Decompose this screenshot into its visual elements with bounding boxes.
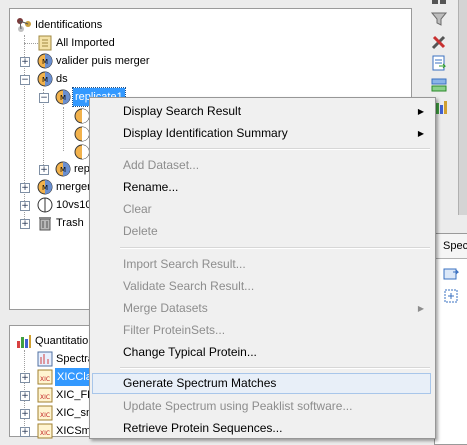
merged-dataset-icon: M	[37, 53, 53, 69]
tree-item-label: Trash	[56, 217, 84, 229]
svg-text:M: M	[42, 58, 48, 66]
tree-connector	[24, 43, 38, 44]
menu-item-merge-datasets[interactable]: Merge Datasets ▶	[92, 298, 431, 319]
svg-text:M: M	[60, 166, 66, 174]
tree-item-label: All Imported	[56, 37, 115, 49]
menu-item-label: Change Typical Protein...	[123, 345, 257, 359]
menu-item-update-spectrum-using-peaklist[interactable]: Update Spectrum using Peaklist software.…	[92, 396, 431, 417]
menu-item-label: Display Identification Summary	[123, 126, 288, 140]
quant-tree-root-label: Quantitation	[35, 335, 95, 347]
menu-item-label: Rename...	[123, 180, 179, 194]
tree-root-label: Identifications	[35, 19, 103, 31]
tab-spectrum[interactable]: Spec	[435, 234, 467, 259]
expand-icon[interactable]: +	[20, 183, 30, 193]
collapse-icon[interactable]: −	[39, 93, 49, 103]
expand-icon[interactable]: +	[39, 165, 49, 175]
image-export-icon[interactable]	[443, 266, 459, 282]
svg-text:XIC: XIC	[40, 430, 50, 437]
expand-icon[interactable]: +	[20, 391, 30, 401]
tree-item-label: 10vs10	[56, 199, 92, 211]
xic-icon: XIC	[37, 405, 53, 421]
submenu-arrow-icon: ▶	[417, 107, 424, 116]
submenu-arrow-icon: ▶	[417, 129, 424, 138]
collapse-icon[interactable]: −	[20, 75, 30, 85]
menu-item-display-search-result[interactable]: Display Search Result ▶	[92, 101, 431, 122]
filter-icon[interactable]	[430, 10, 448, 28]
menu-separator	[120, 367, 430, 369]
quant-item-label: XICSm	[56, 425, 91, 437]
folder-doc-icon	[38, 35, 52, 51]
svg-text:M: M	[42, 184, 48, 192]
quantitation-icon	[17, 335, 31, 348]
search-result-icon[interactable]	[74, 144, 90, 160]
menu-item-label: Filter ProteinSets...	[123, 323, 226, 337]
menu-item-label: Delete	[123, 224, 158, 238]
tools-icon[interactable]	[430, 33, 448, 51]
menu-item-generate-spectrum-matches[interactable]: Generate Spectrum Matches	[92, 373, 431, 394]
menu-item-add-dataset[interactable]: Add Dataset...	[92, 155, 431, 176]
expand-icon[interactable]: +	[20, 201, 30, 211]
menu-item-label: Validate Search Result...	[123, 279, 255, 293]
merged-dataset-icon: M	[55, 89, 71, 105]
export-icon[interactable]	[430, 54, 448, 72]
menu-item-label: Merge Datasets	[123, 301, 208, 315]
tree-item-label: merger	[56, 181, 91, 193]
submenu-arrow-icon: ▶	[417, 304, 424, 313]
tree-item-label: valider puis merger	[56, 55, 150, 67]
menu-item-retrieve-protein-sequences[interactable]: Retrieve Protein Sequences...	[92, 418, 431, 439]
menu-item-filter-proteinsets[interactable]: Filter ProteinSets...	[92, 320, 431, 341]
svg-text:M: M	[42, 76, 48, 84]
search-result-icon[interactable]	[74, 108, 90, 124]
menu-item-clear[interactable]: Clear	[92, 199, 431, 220]
menu-item-label: Display Search Result	[123, 104, 242, 118]
expand-icon[interactable]: +	[20, 57, 30, 67]
menu-separator	[120, 247, 430, 249]
tree-item-label: ds	[56, 73, 68, 85]
merged-dataset-icon: M	[37, 179, 53, 195]
spectra-icon	[37, 351, 53, 367]
tree-item-label: rep	[74, 163, 90, 175]
menu-item-label: Import Search Result...	[123, 257, 246, 271]
vertical-scrollbar[interactable]	[458, 0, 467, 215]
menu-item-change-typical-protein[interactable]: Change Typical Protein...	[92, 342, 431, 363]
expand-icon[interactable]: +	[20, 219, 30, 229]
xic-icon: XIC	[37, 387, 53, 403]
expand-icon[interactable]: +	[20, 373, 30, 383]
spectrum-panel: Spec	[434, 233, 467, 445]
search-result-icon[interactable]	[74, 126, 90, 142]
menu-item-validate-search-result[interactable]: Validate Search Result...	[92, 276, 431, 297]
dataset-tree-icon	[17, 18, 31, 32]
tree-connector	[63, 107, 64, 151]
zoom-reset-icon[interactable]	[443, 288, 459, 304]
merged-dataset-icon: M	[37, 71, 53, 87]
xic-icon: XIC	[37, 369, 53, 385]
expand-icon[interactable]: +	[20, 427, 30, 437]
split-icon[interactable]	[430, 76, 448, 94]
merged-dataset-icon: M	[55, 161, 71, 177]
menu-item-display-identification-summary[interactable]: Display Identification Summary ▶	[92, 123, 431, 144]
menu-item-rename[interactable]: Rename...	[92, 177, 431, 198]
svg-text:XIC: XIC	[40, 412, 50, 419]
menu-item-label: Retrieve Protein Sequences...	[123, 421, 283, 435]
menu-item-label: Clear	[123, 202, 152, 216]
svg-text:M: M	[60, 94, 66, 102]
menu-item-delete[interactable]: Delete	[92, 221, 431, 242]
expand-icon[interactable]: +	[20, 409, 30, 419]
menu-item-label: Generate Spectrum Matches	[123, 376, 277, 390]
menu-item-import-search-result[interactable]: Import Search Result...	[92, 254, 431, 275]
menu-item-label: Add Dataset...	[123, 158, 200, 172]
svg-text:XIC: XIC	[40, 394, 50, 401]
menu-separator	[120, 148, 430, 150]
xic-icon: XIC	[37, 423, 53, 439]
context-menu: Display Search Result ▶ Display Identifi…	[89, 97, 436, 439]
trash-icon	[39, 217, 51, 231]
dataset-icon	[37, 197, 53, 213]
menu-item-label: Update Spectrum using Peaklist software.…	[123, 399, 353, 413]
svg-text:XIC: XIC	[40, 376, 50, 383]
